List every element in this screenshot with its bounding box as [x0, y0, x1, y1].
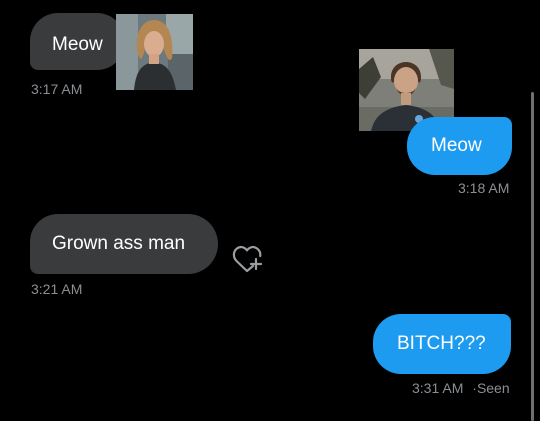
received-message-bubble[interactable]: Grown ass man: [30, 214, 218, 274]
contact-photo-overlay: [116, 14, 193, 90]
heart-plus-icon: [232, 245, 263, 273]
message-text: Grown ass man: [52, 233, 186, 254]
seen-status: Seen: [476, 380, 510, 396]
sent-message-bubble[interactable]: BITCH???: [373, 314, 511, 374]
message-text: BITCH???: [397, 333, 486, 354]
message-timestamp: 3:31 AM: [412, 380, 464, 396]
message-timestamp: 3:17 AM: [31, 81, 83, 97]
received-message-bubble[interactable]: Meow: [30, 13, 125, 70]
message-timestamp: 3:21 AM: [31, 281, 83, 297]
scrollbar[interactable]: [531, 92, 534, 421]
message-timestamp: 3:18 AM: [458, 180, 510, 196]
sent-message-bubble[interactable]: Meow: [407, 117, 512, 175]
message-text: Meow: [431, 135, 482, 156]
add-reaction-button[interactable]: [232, 240, 268, 274]
message-status-line: 3:31 AM ·Seen: [412, 380, 510, 396]
message-text: Meow: [52, 34, 103, 55]
